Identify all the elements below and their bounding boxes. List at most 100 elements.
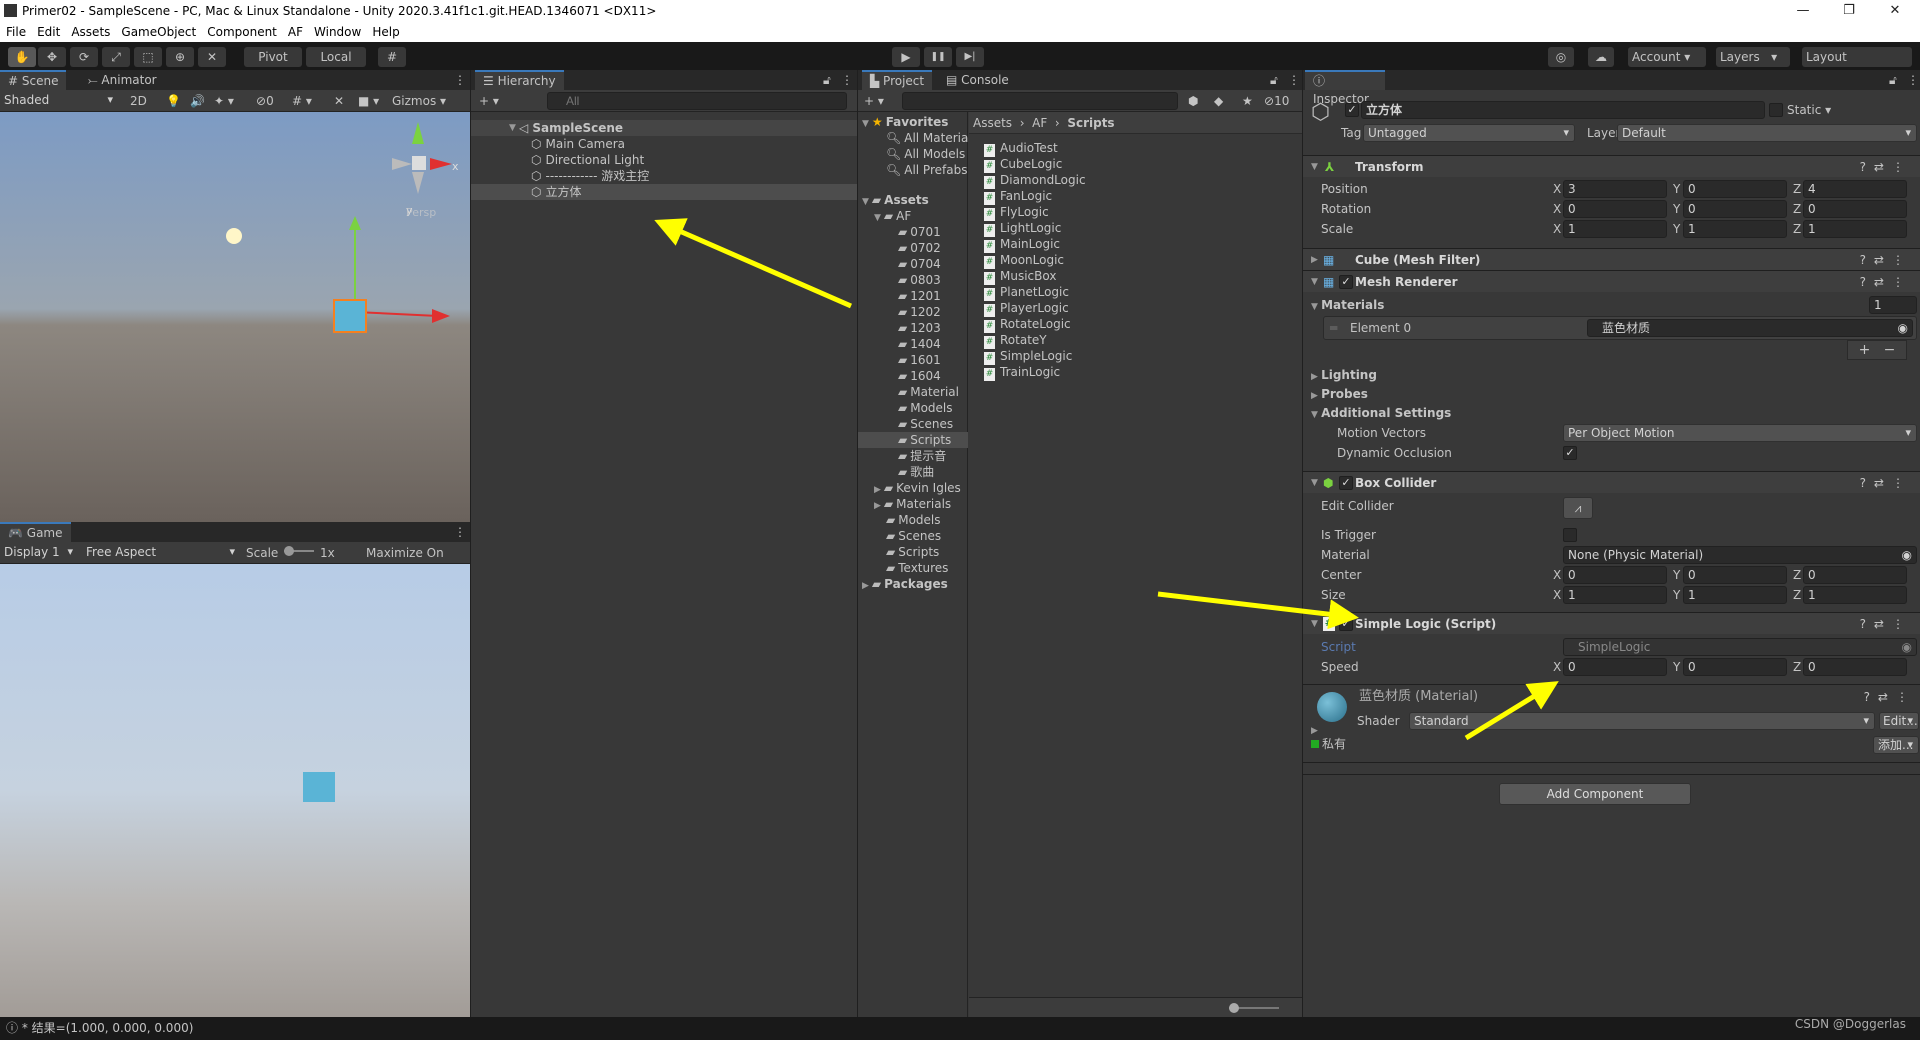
menu-component[interactable]: Component — [207, 22, 277, 42]
shader-dropdown[interactable]: Standard — [1409, 712, 1875, 730]
favorites-icon[interactable]: ★ — [1242, 92, 1253, 110]
cloud-icon[interactable]: ☁ — [1588, 47, 1614, 67]
component-help-settings-menu-icons[interactable]: ?⇄⋮ — [1860, 472, 1912, 494]
script-asset[interactable]: # LightLogic — [984, 220, 1061, 237]
script-asset[interactable]: # MusicBox — [984, 268, 1056, 285]
foldout-icon[interactable]: ▼ — [862, 197, 869, 207]
2d-toggle[interactable]: 2D — [130, 92, 147, 110]
breadcrumb-assets[interactable]: Assets — [973, 116, 1012, 130]
folder-af[interactable]: ▼ ▰ AF — [858, 208, 968, 224]
grid-snap-icon[interactable]: # — [378, 47, 406, 67]
component-help-settings-menu-icons[interactable]: ?⇄⋮ — [1860, 271, 1912, 293]
transform-header[interactable]: ▼ ⅄ Transform ?⇄⋮ — [1303, 155, 1920, 177]
create-button[interactable]: + ▾ — [864, 92, 884, 110]
maximize-button[interactable]: ❐ — [1826, 0, 1872, 22]
speed-y-input[interactable]: 0 — [1683, 658, 1787, 676]
script-asset[interactable]: # PlanetLogic — [984, 284, 1069, 301]
rotation-x-input[interactable]: 0 — [1563, 200, 1667, 218]
project-search-input[interactable] — [902, 92, 1178, 110]
menu-af[interactable]: AF — [288, 22, 303, 42]
tab-project[interactable]: ▙ Project — [862, 70, 933, 90]
speed-x-input[interactable]: 0 — [1563, 658, 1667, 676]
script-asset[interactable]: # PlayerLogic — [984, 300, 1069, 317]
folder-item[interactable]: ▰ 1604 — [858, 368, 968, 384]
hierarchy-item[interactable]: ⬡ ------------ 游戏主控 — [471, 168, 857, 184]
script-asset[interactable]: # RotateLogic — [984, 316, 1071, 333]
shader-edit-button[interactable]: Edit... — [1879, 712, 1919, 730]
tab-hierarchy[interactable]: ☰ Hierarchy — [475, 70, 564, 90]
status-message[interactable]: * 结果=(1.000, 0.000, 0.000) — [22, 1021, 194, 1035]
lighting-foldout[interactable]: ▶ Lighting — [1311, 366, 1377, 384]
script-asset[interactable]: # RotateY — [984, 332, 1047, 349]
close-button[interactable]: ✕ — [1872, 0, 1918, 22]
active-checkbox[interactable]: ✓ — [1345, 103, 1359, 117]
maximize-on-play-toggle[interactable]: Maximize On Play — [366, 544, 470, 578]
favorite-search[interactable]: 🔍︎ All Models — [858, 146, 968, 162]
script-asset[interactable]: # SimpleLogic — [984, 348, 1072, 365]
component-help-settings-menu-icons[interactable]: ?⇄⋮ — [1864, 690, 1916, 704]
search-by-label-icon[interactable]: ◆ — [1214, 92, 1223, 110]
size-z-input[interactable]: 1 — [1803, 586, 1907, 604]
aspect-dropdown[interactable]: Free Aspect — [82, 544, 240, 562]
simple-logic-header[interactable]: ▼ # ✓ Simple Logic (Script) ?⇄⋮ — [1303, 612, 1920, 634]
center-z-input[interactable]: 0 — [1803, 566, 1907, 584]
minimize-button[interactable]: — — [1780, 0, 1826, 22]
folder-item[interactable]: ▰ 1601 — [858, 352, 968, 368]
mesh-renderer-header[interactable]: ▼ ▦ ✓ Mesh Renderer ?⇄⋮ — [1303, 270, 1920, 292]
collab-icon[interactable]: ◎ — [1548, 47, 1574, 67]
transform-tool-icon[interactable]: ⊕ — [166, 47, 194, 67]
rotation-z-input[interactable]: 0 — [1803, 200, 1907, 218]
mesh-renderer-enabled-checkbox[interactable]: ✓ — [1339, 275, 1353, 289]
create-button[interactable]: + ▾ — [479, 92, 499, 110]
favorite-search[interactable]: 🔍︎ All Materia — [858, 130, 968, 146]
folder-item[interactable]: ▰ 1201 — [858, 288, 968, 304]
component-help-settings-menu-icons[interactable]: ?⇄⋮ — [1860, 249, 1912, 271]
layer-dropdown[interactable]: Default — [1617, 124, 1917, 142]
hierarchy-item[interactable]: ⬡ 立方体 — [471, 184, 857, 200]
account-dropdown[interactable]: Account ▾ — [1628, 47, 1706, 67]
mesh-filter-header[interactable]: ▶ ▦ Cube (Mesh Filter) ?⇄⋮ — [1303, 248, 1920, 270]
pause-button[interactable]: ❚❚ — [924, 47, 952, 67]
local-toggle[interactable]: Local — [306, 47, 366, 67]
breadcrumb-scripts[interactable]: Scripts — [1067, 116, 1114, 130]
favorite-search[interactable]: 🔍︎ All Prefabs — [858, 162, 968, 178]
element-0-field[interactable]: 蓝色材质 ◉ — [1587, 319, 1913, 337]
foldout-icon[interactable]: ▶ — [862, 581, 869, 591]
menu-file[interactable]: File — [6, 22, 26, 42]
script-asset[interactable]: # FanLogic — [984, 188, 1052, 205]
menu-assets[interactable]: Assets — [71, 22, 110, 42]
center-y-input[interactable]: 0 — [1683, 566, 1787, 584]
static-dropdown[interactable]: Static ▾ — [1787, 101, 1831, 119]
scale-x-input[interactable]: 1 — [1563, 220, 1667, 238]
layers-dropdown[interactable]: Layers ▾ — [1716, 47, 1790, 67]
script-asset[interactable]: # AudioTest — [984, 140, 1058, 157]
probes-foldout[interactable]: ▶ Probes — [1311, 385, 1368, 403]
panel-menu-icon[interactable]: ⋮ — [1899, 70, 1920, 90]
display-dropdown[interactable]: Display 1 — [0, 544, 78, 562]
component-help-settings-menu-icons[interactable]: ?⇄⋮ — [1860, 156, 1912, 178]
tab-console[interactable]: ▤ Console — [938, 70, 1017, 90]
speed-z-input[interactable]: 0 — [1803, 658, 1907, 676]
tab-animator[interactable]: ⤚ Animator — [80, 70, 165, 90]
folder-item[interactable]: ▰ 0701 — [858, 224, 968, 240]
rotate-tool-icon[interactable]: ⟳ — [70, 47, 98, 67]
menu-gameobject[interactable]: GameObject — [121, 22, 196, 42]
shading-dropdown[interactable]: Shaded — [0, 92, 118, 110]
move-tool-icon[interactable]: ✥ — [38, 47, 66, 67]
folder-item[interactable]: ▰ Material — [858, 384, 968, 400]
camera-icon[interactable]: ■ ▾ — [358, 92, 379, 110]
materials-foldout[interactable]: ▼ Materials — [1311, 296, 1384, 314]
folder-item[interactable]: ▰ Models — [858, 512, 968, 528]
materials-count-input[interactable]: 1 — [1869, 296, 1917, 314]
drag-handle-icon[interactable]: ═ — [1330, 319, 1337, 337]
additional-settings-foldout[interactable]: ▼ Additional Settings — [1311, 404, 1451, 422]
object-picker-icon[interactable]: ◉ — [1902, 547, 1912, 563]
foldout-icon[interactable]: ▶ — [874, 485, 881, 495]
grid-toggle-icon[interactable]: # ▾ — [292, 92, 312, 110]
effects-toggle-icon[interactable]: ✦ ▾ — [214, 92, 234, 110]
scale-y-input[interactable]: 1 — [1683, 220, 1787, 238]
lighting-toggle-icon[interactable]: 💡 — [166, 92, 181, 110]
add-label-button[interactable]: 添加... — [1873, 736, 1919, 754]
play-button[interactable]: ▶ — [892, 47, 920, 67]
script-asset[interactable]: # MainLogic — [984, 236, 1060, 253]
